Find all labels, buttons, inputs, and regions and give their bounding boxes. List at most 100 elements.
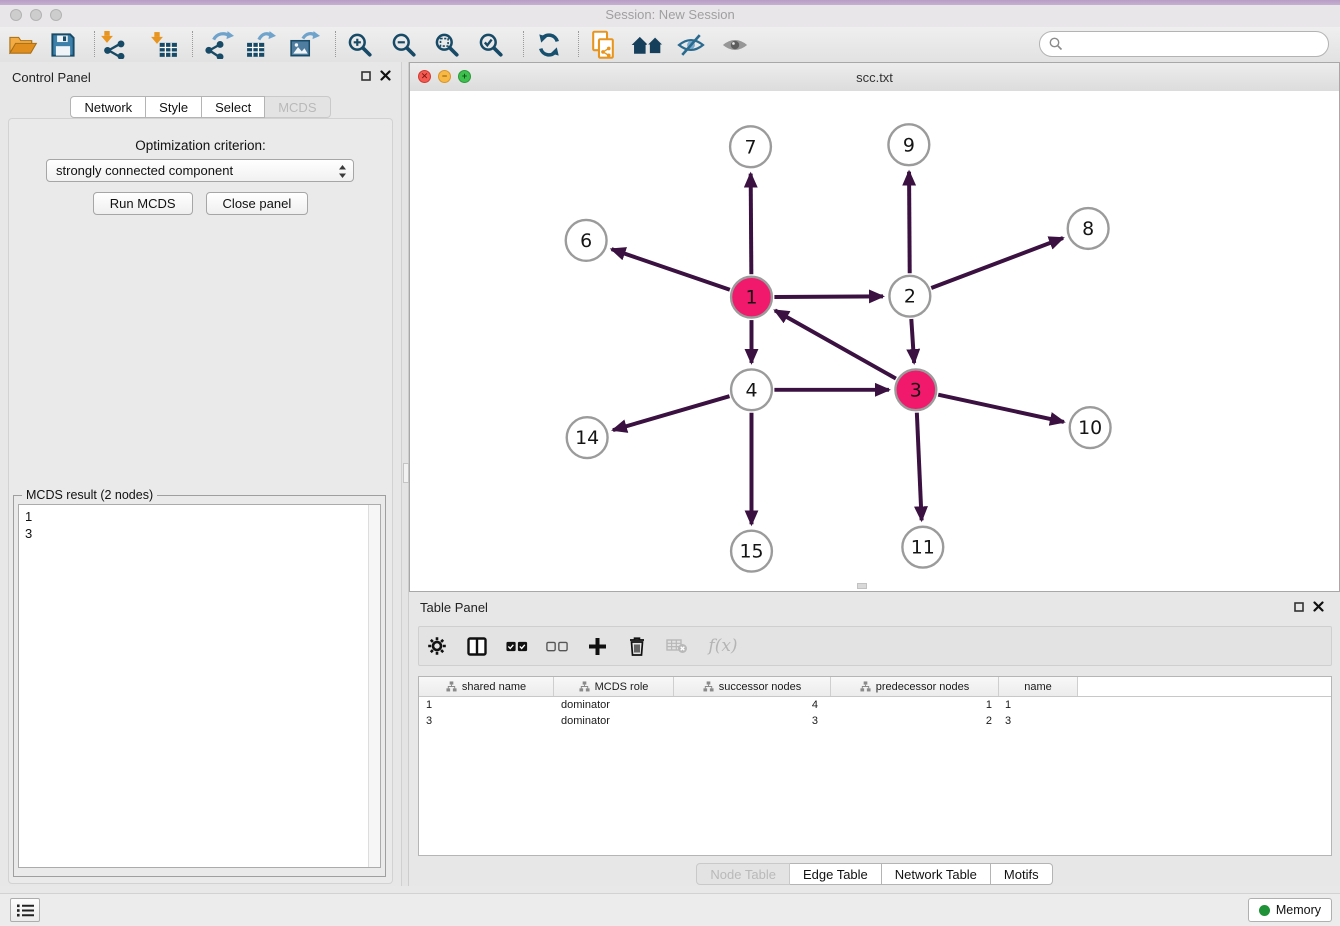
tab-network-table[interactable]: Network Table [882, 863, 991, 885]
table-header-row: shared name MCDS role successor nodes pr… [419, 677, 1331, 697]
toolbar-separator [578, 31, 579, 57]
chevron-up-down-icon [338, 163, 347, 183]
save-icon[interactable] [50, 32, 76, 58]
graph-node-label: 3 [910, 379, 922, 401]
graph-edge-2-3[interactable] [911, 319, 914, 363]
mcds-panel: Optimization criterion: strongly connect… [8, 118, 393, 884]
panel-splitter[interactable] [401, 62, 409, 886]
column-header-predecessor-nodes[interactable]: predecessor nodes [831, 677, 999, 696]
export-image-icon[interactable] [290, 31, 320, 59]
graph-edge-2-9[interactable] [909, 172, 910, 274]
cell-mcds-role[interactable]: dominator [554, 697, 674, 713]
column-hierarchy-icon [579, 681, 590, 692]
float-table-panel-icon[interactable] [1294, 602, 1304, 612]
criterion-dropdown[interactable]: strongly connected component [46, 159, 354, 182]
graph-edge-4-14[interactable] [613, 396, 730, 430]
export-network-icon[interactable] [204, 31, 234, 59]
table-row[interactable]: 1 dominator 4 1 1 [419, 697, 1331, 713]
cell-name[interactable]: 1 [999, 697, 1078, 713]
tab-motifs[interactable]: Motifs [991, 863, 1053, 885]
graph-node-label: 4 [745, 379, 757, 401]
zoom-out-icon[interactable] [391, 32, 417, 58]
copy-network-icon[interactable] [590, 30, 616, 60]
close-panel-icon[interactable] [380, 70, 391, 81]
memory-label: Memory [1276, 903, 1321, 917]
graph-edge-2-8[interactable] [931, 238, 1063, 288]
column-header-successor-nodes[interactable]: successor nodes [674, 677, 831, 696]
run-mcds-button[interactable]: Run MCDS [93, 192, 193, 215]
graph-node-label: 1 [745, 287, 757, 309]
column-header-name[interactable]: name [999, 677, 1078, 696]
export-table-icon[interactable] [246, 31, 276, 59]
graph-edge-1-7[interactable] [751, 174, 752, 275]
add-column-icon[interactable] [586, 634, 608, 658]
graph-canvas[interactable]: 1234678910111415 [410, 91, 1339, 591]
column-hierarchy-icon [703, 681, 714, 692]
graph-edge-1-2[interactable] [774, 296, 883, 297]
title-bar: Session: New Session [0, 0, 1340, 28]
graph-edge-3-10[interactable] [938, 395, 1064, 422]
mcds-result-textarea[interactable]: 1 3 [18, 504, 381, 868]
tab-edge-table[interactable]: Edge Table [790, 863, 882, 885]
cell-mcds-role[interactable]: dominator [554, 713, 674, 729]
search-field[interactable] [1039, 31, 1329, 57]
cell-successor-nodes[interactable]: 3 [674, 713, 831, 729]
zoom-fit-icon[interactable] [434, 32, 460, 58]
graph-node-label: 11 [911, 537, 935, 559]
table-row[interactable]: 3 dominator 3 2 3 [419, 713, 1331, 729]
memory-button[interactable]: Memory [1248, 898, 1332, 922]
cell-shared-name[interactable]: 3 [419, 713, 554, 729]
select-all-checkboxes-icon[interactable] [506, 634, 528, 658]
column-hierarchy-icon [860, 681, 871, 692]
open-folder-icon[interactable] [8, 33, 38, 57]
canvas-scroll-grip[interactable] [857, 583, 867, 589]
import-network-icon[interactable] [100, 31, 128, 59]
graph-node-label: 6 [580, 230, 592, 252]
cell-predecessor-nodes[interactable]: 1 [831, 697, 999, 713]
deselect-all-checkboxes-icon[interactable] [546, 634, 568, 658]
hide-eye-icon[interactable] [676, 33, 706, 57]
network-window-titlebar[interactable]: ✕ − + scc.txt [410, 63, 1339, 92]
tab-select[interactable]: Select [202, 96, 265, 118]
table-toolbar: f(x) [418, 626, 1332, 666]
network-window-title: scc.txt [410, 70, 1339, 85]
cell-name[interactable]: 3 [999, 713, 1078, 729]
network-graph: 1234678910111415 [410, 91, 1339, 591]
refresh-icon[interactable] [536, 32, 562, 58]
cell-shared-name[interactable]: 1 [419, 697, 554, 713]
task-history-button[interactable] [10, 898, 40, 922]
gear-icon[interactable] [426, 634, 448, 658]
close-panel-button[interactable]: Close panel [206, 192, 309, 215]
tab-network[interactable]: Network [70, 96, 146, 118]
split-columns-icon[interactable] [466, 634, 488, 658]
cell-predecessor-nodes[interactable]: 2 [831, 713, 999, 729]
search-input[interactable] [1068, 36, 1328, 53]
graph-edge-3-11[interactable] [917, 413, 922, 521]
zoom-in-icon[interactable] [347, 32, 373, 58]
control-panel-header: Control Panel [0, 62, 401, 94]
graph-node-label: 7 [744, 136, 756, 158]
graph-edge-1-6[interactable] [612, 249, 730, 290]
graph-edge-3-1[interactable] [775, 310, 896, 378]
eye-icon[interactable] [720, 34, 750, 56]
import-table-icon[interactable] [150, 32, 178, 58]
tab-style[interactable]: Style [146, 96, 202, 118]
tab-node-table[interactable]: Node Table [696, 863, 790, 885]
zoom-selected-icon[interactable] [478, 32, 504, 58]
column-header-shared-name[interactable]: shared name [419, 677, 554, 696]
delete-table-icon[interactable] [666, 634, 688, 658]
toolbar-separator [192, 31, 193, 57]
first-neighbors-icon[interactable] [630, 33, 666, 57]
close-table-panel-icon[interactable] [1313, 601, 1324, 612]
result-scrollbar[interactable] [368, 505, 380, 867]
float-panel-icon[interactable] [361, 71, 371, 81]
graph-node-label: 2 [904, 286, 916, 308]
list-icon [17, 904, 34, 917]
cell-successor-nodes[interactable]: 4 [674, 697, 831, 713]
column-header-mcds-role[interactable]: MCDS role [554, 677, 674, 696]
delete-column-icon[interactable] [626, 634, 648, 658]
function-builder-icon[interactable]: f(x) [706, 634, 740, 658]
tab-mcds[interactable]: MCDS [265, 96, 330, 118]
main-toolbar [0, 27, 1340, 63]
node-table: shared name MCDS role successor nodes pr… [418, 676, 1332, 856]
